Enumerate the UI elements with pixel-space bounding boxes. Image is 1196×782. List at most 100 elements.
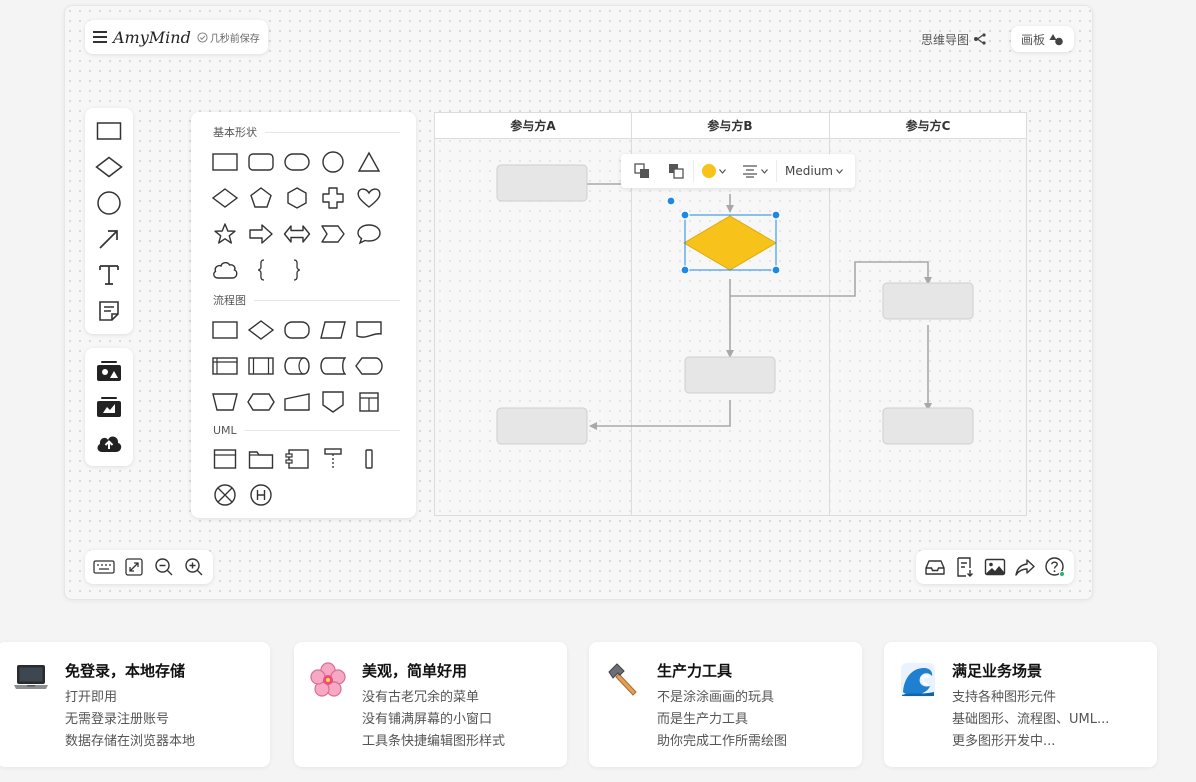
document-icon <box>356 321 382 338</box>
rotate-handle[interactable] <box>666 196 676 206</box>
feature-card-simple: 美观，简单好用 没有古老冗余的菜单 没有铺满屏幕的小窗口 工具条快捷编辑图形样式 <box>294 642 567 767</box>
stroke-width-value: Medium <box>785 164 833 178</box>
uml-activation[interactable] <box>355 445 383 473</box>
feature-line: 数据存储在浏览器本地 <box>65 734 196 749</box>
shape-heart[interactable] <box>355 184 383 212</box>
uml-package[interactable] <box>247 445 275 473</box>
diamond-tool[interactable] <box>93 152 125 182</box>
shape-right-arrow[interactable] <box>247 220 275 248</box>
chevron-down-icon <box>761 168 768 174</box>
shape-cloud[interactable] <box>211 256 239 284</box>
fit-screen-button[interactable] <box>121 554 147 580</box>
rectangle-tool[interactable] <box>93 116 125 146</box>
flow-stored-data[interactable] <box>319 352 347 380</box>
text-tool[interactable] <box>93 260 125 290</box>
cloud-upload-tool[interactable] <box>93 428 125 458</box>
image-library-tool[interactable] <box>93 356 125 386</box>
flow-document[interactable] <box>355 316 383 344</box>
pentagon-icon <box>250 187 272 208</box>
feature-title: 美观，简单好用 <box>362 662 468 680</box>
flow-terminator[interactable] <box>283 316 311 344</box>
shape-rectangle[interactable] <box>211 148 239 176</box>
node-b2[interactable] <box>684 356 776 394</box>
export-document-button[interactable] <box>952 554 978 580</box>
feature-title: 生产力工具 <box>657 662 733 680</box>
uml-history[interactable] <box>247 481 275 509</box>
shape-stadium[interactable] <box>283 148 311 176</box>
shape-circle[interactable] <box>319 148 347 176</box>
uml-class[interactable] <box>211 445 239 473</box>
zoom-in-button[interactable] <box>181 554 207 580</box>
app-logo[interactable]: AmyMind <box>113 28 191 47</box>
node-c2[interactable] <box>882 407 974 445</box>
resize-handle-bottom-right[interactable] <box>771 265 781 275</box>
flow-internal-storage[interactable] <box>211 352 239 380</box>
node-a2[interactable] <box>496 407 588 445</box>
table-icon <box>359 392 379 412</box>
flow-manual-operation[interactable] <box>211 388 239 416</box>
shape-chevron[interactable] <box>319 220 347 248</box>
hammer-icon <box>605 660 641 696</box>
shape-hexagon[interactable] <box>283 184 311 212</box>
flow-process[interactable] <box>211 316 239 344</box>
section-title-flowchart: 流程图 <box>213 292 400 308</box>
resize-handle-top-right[interactable] <box>771 210 781 220</box>
flow-decision[interactable] <box>247 316 275 344</box>
node-c1[interactable] <box>882 282 974 320</box>
bring-to-front-icon <box>634 163 649 178</box>
send-back-button[interactable] <box>659 154 693 188</box>
manual-operation-icon <box>212 393 238 411</box>
feature-text: 免登录，本地存储 打开即用 无需登录注册账号 数据存储在浏览器本地 <box>65 660 195 767</box>
zoom-out-button[interactable] <box>151 554 177 580</box>
resize-handle-bottom-left[interactable] <box>680 265 690 275</box>
uml-destroy[interactable] <box>211 481 239 509</box>
uml-lifeline[interactable] <box>319 445 347 473</box>
shape-star[interactable] <box>211 220 239 248</box>
shape-diamond[interactable] <box>211 184 239 212</box>
shape-edit-toolbar: Medium <box>621 154 855 188</box>
zoom-in-icon <box>185 558 203 576</box>
shape-left-brace[interactable] <box>247 256 275 284</box>
help-button[interactable] <box>1042 554 1068 580</box>
menu-icon[interactable] <box>93 31 107 43</box>
flow-preparation[interactable] <box>247 388 275 416</box>
chevron-down-icon <box>719 168 726 174</box>
flow-table[interactable] <box>355 388 383 416</box>
shape-rounded-rect[interactable] <box>247 148 275 176</box>
bring-front-button[interactable] <box>625 154 659 188</box>
sticky-note-tool[interactable] <box>93 296 125 326</box>
fill-color-button[interactable] <box>694 154 734 188</box>
uml-class-icon <box>213 449 237 469</box>
arrow-tool[interactable] <box>93 224 125 254</box>
shape-pentagon[interactable] <box>247 184 275 212</box>
flow-manual-input[interactable] <box>283 388 311 416</box>
shape-triangle[interactable] <box>355 148 383 176</box>
share-button[interactable] <box>1012 554 1038 580</box>
flow-display[interactable] <box>355 352 383 380</box>
shape-double-arrow[interactable] <box>283 220 311 248</box>
flow-off-page[interactable] <box>319 388 347 416</box>
resize-handle-top-left[interactable] <box>680 210 690 220</box>
mode-board[interactable]: 画板 <box>1010 26 1074 52</box>
text-align-button[interactable] <box>734 154 776 188</box>
keyboard-icon <box>93 560 115 574</box>
ellipse-tool[interactable] <box>93 188 125 218</box>
folder-image-tool[interactable] <box>93 392 125 422</box>
inbox-button[interactable] <box>922 554 948 580</box>
flow-direct-access[interactable] <box>283 352 311 380</box>
shape-speech-bubble[interactable] <box>355 220 383 248</box>
uml-component[interactable] <box>283 445 311 473</box>
flow-predefined-process[interactable] <box>247 352 275 380</box>
flow-data[interactable] <box>319 316 347 344</box>
export-image-button[interactable] <box>982 554 1008 580</box>
app-window: AmyMind 几秒前保存 思维导图 画板 基本形状 流程图 UML 参与方A … <box>64 5 1093 600</box>
diamond-icon <box>95 156 123 178</box>
mode-mindmap[interactable]: 思维导图 <box>911 26 997 52</box>
keyboard-shortcuts-button[interactable] <box>91 554 117 580</box>
stroke-width-select[interactable]: Medium <box>777 154 851 188</box>
shape-right-brace[interactable] <box>283 256 311 284</box>
flowchart-shape-grid <box>211 316 400 416</box>
shape-cross[interactable] <box>319 184 347 212</box>
section-title-uml: UML <box>213 424 400 437</box>
node-a1[interactable] <box>496 164 588 202</box>
